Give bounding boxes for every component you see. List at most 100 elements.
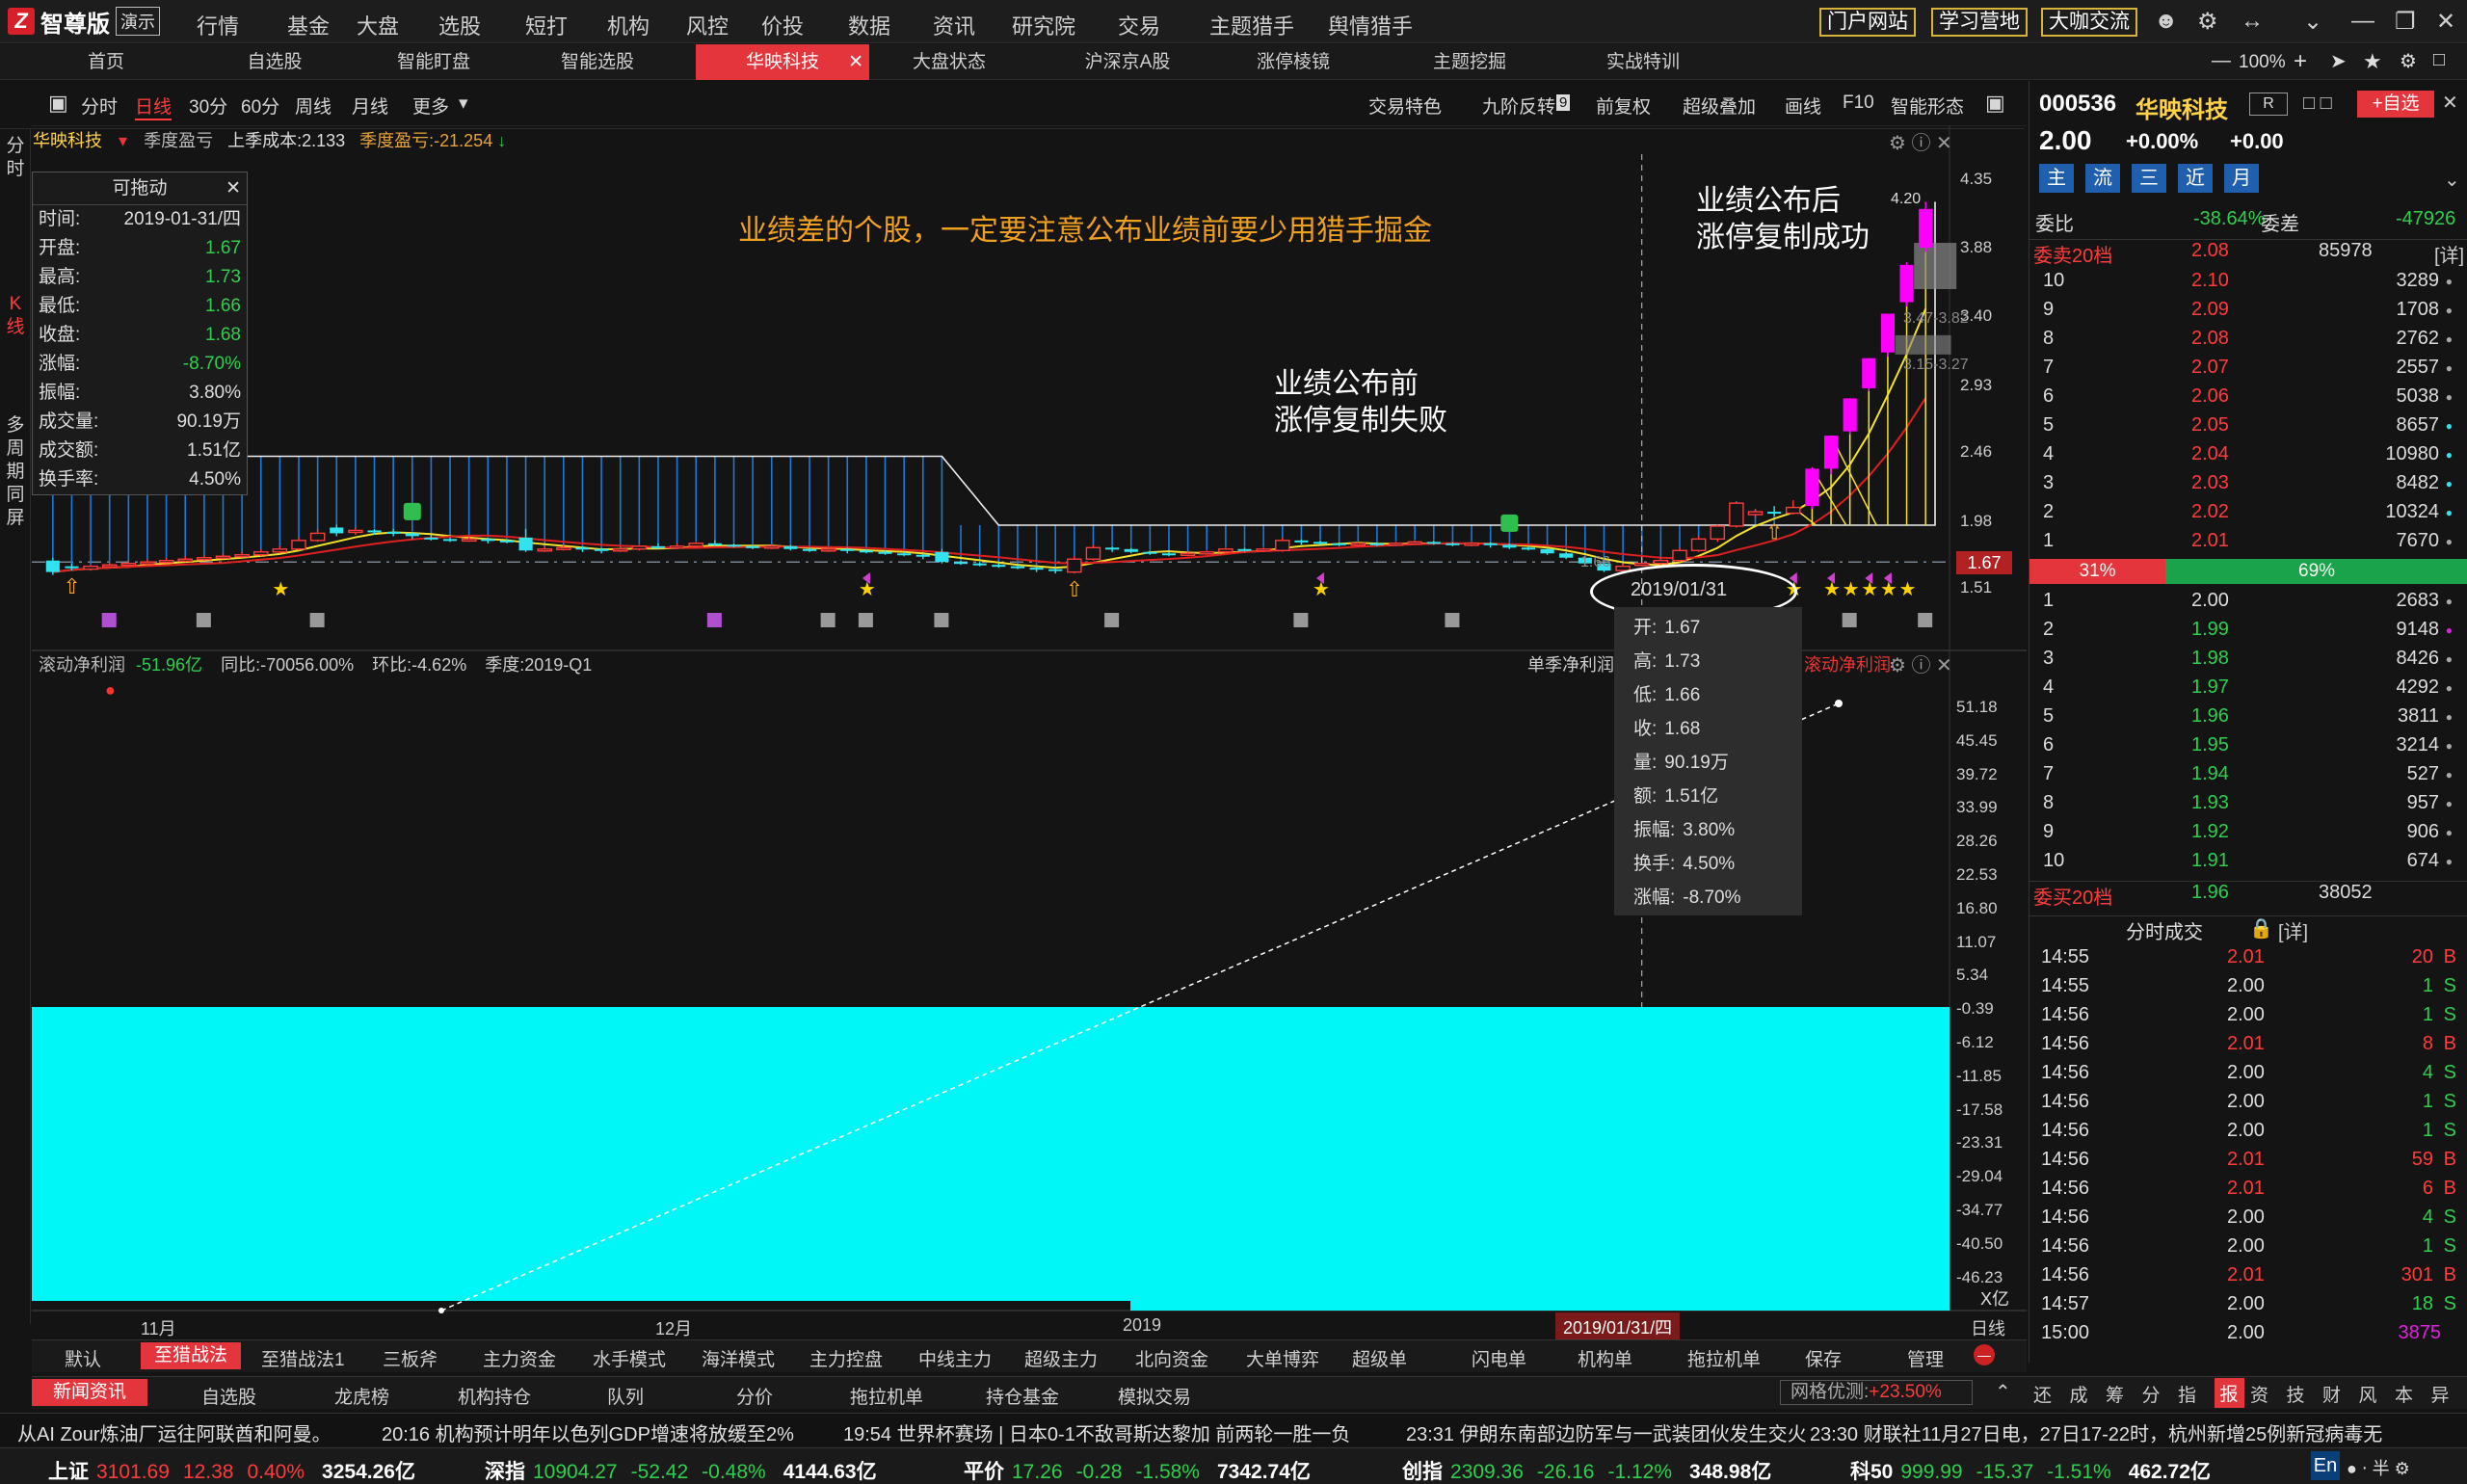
ticker-item[interactable]: 23:30 财联社11月27日电，27日17-22时，杭州新增25例新冠病毒无 — [1810, 1418, 2382, 1446]
menu-item[interactable]: 主题猎手 — [1209, 10, 1294, 40]
top-link[interactable]: 大咖交流 — [2041, 8, 2137, 37]
buy-level[interactable]: 10 1.91 674 ● — [2029, 850, 2467, 879]
period-5[interactable]: 月线 — [352, 93, 388, 119]
zoom-out-icon[interactable]: — — [2212, 50, 2231, 72]
pin-icon[interactable]: ➤ — [2330, 49, 2347, 73]
buy-level[interactable]: 4 1.97 4292 ● — [2029, 676, 2467, 705]
sell-level[interactable]: 6 2.06 5038 ● — [2029, 385, 2467, 414]
candle[interactable] — [556, 546, 571, 550]
candle[interactable] — [1502, 544, 1517, 548]
candle[interactable] — [461, 538, 477, 543]
sidebar-toggle-icon[interactable]: ▣ — [48, 91, 68, 116]
buy-level[interactable]: 5 1.96 3811 ● — [2029, 705, 2467, 734]
candle[interactable] — [763, 545, 780, 549]
candle[interactable] — [330, 527, 344, 534]
ime-tools[interactable]: ● ‧ 半 ⚙ — [2347, 1455, 2410, 1480]
candle[interactable] — [1048, 569, 1063, 571]
candle[interactable] — [1313, 542, 1328, 544]
strategy-tab[interactable]: 闪电单 — [1472, 1345, 1526, 1371]
menu-item[interactable]: 数据 — [848, 10, 890, 40]
news-tab[interactable]: 自选股 — [201, 1383, 256, 1409]
strategy-tab[interactable]: 大单博弈 — [1246, 1345, 1319, 1371]
index-item[interactable]: 深指 10904.27 -52.42 -0.48% 4144.63亿 — [485, 1456, 877, 1484]
side-icon[interactable]: 还 — [2033, 1381, 2052, 1407]
candle[interactable] — [992, 565, 1006, 568]
tab-item[interactable]: 主题挖掘 — [1393, 44, 1547, 80]
side-icon[interactable]: 风 — [2359, 1381, 2377, 1407]
tab-item[interactable]: 华映科技 ✕ — [696, 44, 869, 80]
strategy-tab[interactable]: 超级主力 — [1024, 1345, 1098, 1371]
add-watchlist-button[interactable]: +自选 — [2357, 91, 2434, 118]
period-4[interactable]: 周线 — [295, 93, 332, 119]
strategy-tab[interactable]: 中线主力 — [918, 1345, 992, 1371]
tab-item[interactable]: 首页 — [39, 44, 173, 80]
candle[interactable] — [537, 548, 552, 552]
quote-btn[interactable]: 流 — [2085, 164, 2120, 193]
tab-item[interactable]: 沪深京A股 — [1050, 44, 1205, 80]
candle[interactable] — [1029, 568, 1044, 570]
candle[interactable] — [1559, 553, 1574, 558]
more-icon[interactable]: — — [1974, 1344, 1995, 1365]
chart-controls[interactable]: ⚙ ⓘ ✕ — [1889, 127, 1952, 155]
candle[interactable] — [802, 548, 817, 551]
candle[interactable] — [120, 562, 137, 567]
index-item[interactable]: 上证 3101.69 12.38 0.40% 3254.26亿 — [48, 1456, 415, 1484]
event-marker[interactable] — [1293, 613, 1309, 627]
ticker-item[interactable]: 从AI Zour炼油厂运往阿联酋和阿曼。 — [17, 1418, 332, 1446]
candle[interactable] — [1446, 543, 1460, 545]
candle[interactable] — [101, 564, 118, 568]
candle[interactable] — [727, 544, 741, 547]
candle[interactable] — [1690, 538, 1707, 551]
chevron-down-icon[interactable]: ⌄ — [2303, 8, 2322, 36]
index-item[interactable]: 创指 2309.36 -26.16 -1.12% 348.98亿 — [1402, 1456, 1771, 1484]
candle[interactable] — [309, 532, 326, 542]
candle[interactable] — [424, 537, 438, 540]
candle[interactable] — [783, 545, 798, 549]
candle[interactable] — [612, 548, 628, 552]
sub-controls[interactable]: ⚙ ⓘ ✕ — [1889, 649, 1952, 677]
news-tab[interactable]: 模拟交易 — [1118, 1383, 1191, 1409]
candle[interactable] — [1653, 560, 1669, 565]
star-icon[interactable]: ★ — [2363, 49, 2382, 74]
event-marker[interactable] — [101, 613, 117, 627]
strategy-tab[interactable]: 默认 — [65, 1345, 101, 1371]
strategy-tab[interactable]: 保存 — [1805, 1345, 1842, 1371]
quote-btn[interactable]: 三 — [2132, 164, 2166, 193]
news-tab[interactable]: 队列 — [607, 1383, 644, 1409]
candle[interactable] — [1899, 264, 1914, 303]
sell-level[interactable]: 2 2.02 10324 ● — [2029, 501, 2467, 530]
collapse-icon[interactable]: ⌃ — [1995, 1380, 2011, 1404]
candle[interactable] — [1483, 543, 1498, 545]
candle[interactable] — [1237, 548, 1252, 551]
candle[interactable] — [669, 545, 685, 549]
candle[interactable] — [1880, 313, 1895, 353]
menu-item[interactable]: 舆情猎手 — [1328, 10, 1413, 40]
candle[interactable] — [83, 565, 98, 570]
menu-item[interactable]: 机构 — [607, 10, 650, 40]
sell-level[interactable]: 1 2.01 7670 ● — [2029, 530, 2467, 559]
strategy-tab[interactable]: 机构单 — [1578, 1345, 1632, 1371]
candle[interactable] — [953, 562, 968, 565]
grid-test[interactable]: 网格优测:+23.50% — [1780, 1380, 1973, 1405]
candle[interactable] — [1767, 512, 1782, 515]
event-marker[interactable] — [1445, 613, 1460, 627]
side-icon[interactable]: 筹 — [2106, 1381, 2124, 1407]
candle[interactable] — [45, 560, 60, 572]
view-fenshi[interactable]: 分时 — [6, 135, 25, 181]
view-kline[interactable]: K线 — [6, 293, 25, 339]
strategy-tab[interactable]: 管理 — [1907, 1345, 1944, 1371]
strategy-tab[interactable]: 至猎战法1 — [261, 1345, 345, 1371]
candle[interactable] — [405, 533, 419, 537]
candle[interactable] — [935, 551, 949, 563]
candle[interactable] — [348, 529, 363, 534]
candle[interactable] — [1180, 552, 1196, 556]
candle[interactable] — [1710, 525, 1726, 541]
event-marker[interactable] — [706, 613, 722, 627]
lock-icon[interactable]: 🔒 — [2249, 916, 2273, 941]
menu-item[interactable]: 短打 — [525, 10, 568, 40]
candle[interactable] — [1729, 502, 1744, 527]
candle[interactable] — [631, 545, 648, 550]
shrink-icon[interactable]: ↔ — [2241, 8, 2264, 35]
candle[interactable] — [1199, 551, 1215, 555]
news-tab[interactable]: 新闻资讯 — [32, 1379, 148, 1406]
